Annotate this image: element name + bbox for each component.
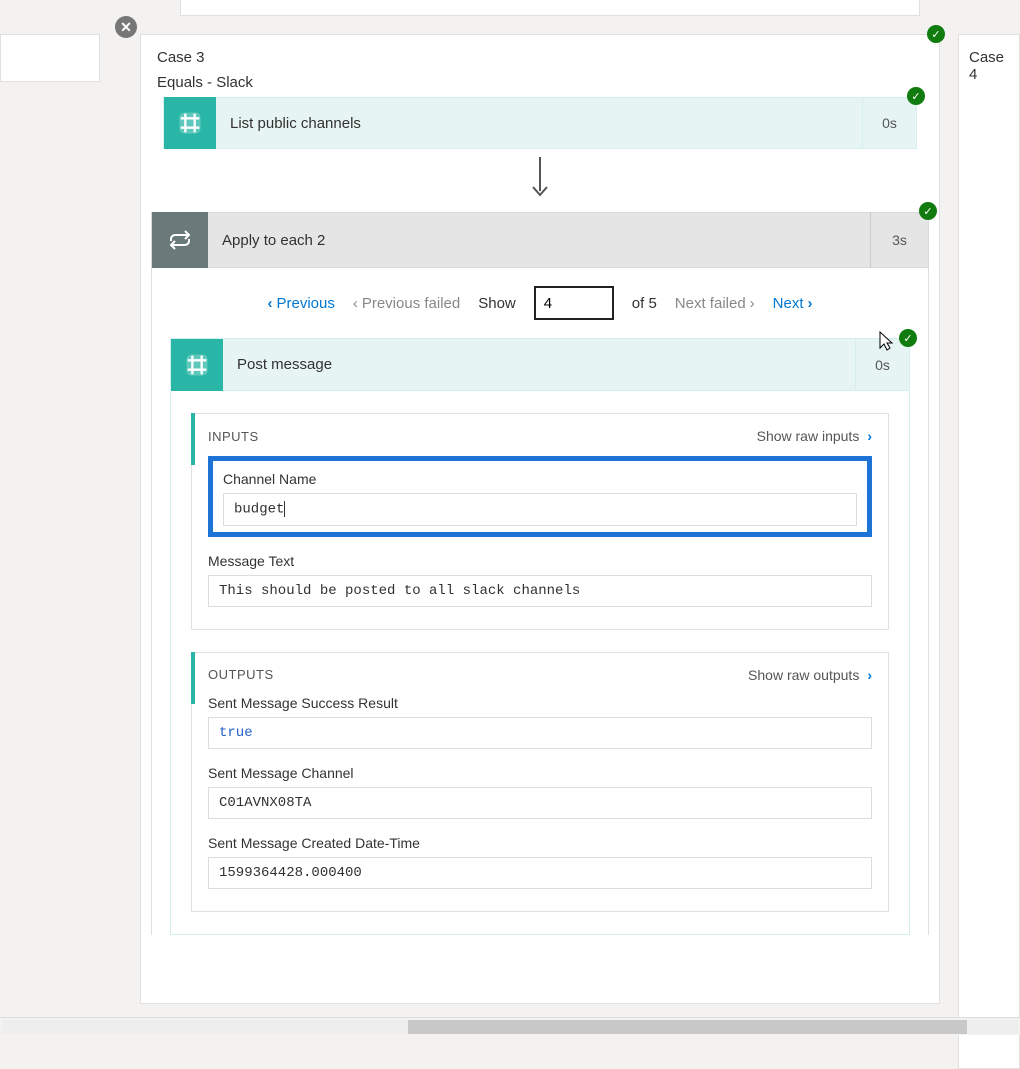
iteration-input[interactable] bbox=[534, 286, 614, 320]
action-duration: 0s bbox=[855, 339, 909, 391]
next-label: Next bbox=[773, 295, 804, 312]
action-duration: 0s bbox=[862, 97, 916, 149]
iteration-pager: ‹ Previous ‹ Previous failed Show of 5 N… bbox=[162, 286, 918, 338]
slack-icon bbox=[171, 339, 223, 391]
previous-button[interactable]: ‹ Previous bbox=[267, 295, 334, 312]
action-label: List public channels bbox=[216, 115, 862, 132]
chevron-right-icon: › bbox=[808, 295, 813, 312]
scrollbar-thumb[interactable] bbox=[408, 1020, 967, 1034]
chevron-right-icon: › bbox=[750, 295, 755, 312]
check-icon: ✓ bbox=[919, 202, 937, 220]
action-label: Apply to each 2 bbox=[208, 232, 870, 249]
inputs-title: INPUTS bbox=[208, 429, 259, 444]
arrow-down-icon bbox=[141, 149, 939, 212]
channel-name-label: Channel Name bbox=[223, 471, 857, 487]
action-duration: 3s bbox=[870, 212, 928, 268]
channel-name-value[interactable]: budget bbox=[223, 493, 857, 526]
raw-inputs-label: Show raw inputs bbox=[757, 428, 860, 444]
post-message-header[interactable]: Post message 0s bbox=[171, 339, 909, 391]
inputs-section: INPUTS Show raw inputs › Channel Name bu… bbox=[191, 413, 889, 630]
loop-body: ‹ Previous ‹ Previous failed Show of 5 N… bbox=[151, 268, 929, 935]
previous-failed-button[interactable]: ‹ Previous failed bbox=[353, 295, 460, 312]
of-label: of 5 bbox=[632, 295, 657, 312]
case-title: Case 3 bbox=[141, 35, 939, 74]
show-raw-inputs-button[interactable]: Show raw inputs › bbox=[757, 428, 872, 444]
show-label: Show bbox=[478, 295, 516, 312]
action-post-message: ✓ Post message 0s INPUTS Show raw inputs… bbox=[170, 338, 910, 935]
previous-failed-label: Previous failed bbox=[362, 295, 460, 312]
raw-outputs-label: Show raw outputs bbox=[748, 667, 859, 683]
check-icon: ✓ bbox=[927, 25, 945, 43]
slack-icon bbox=[164, 97, 216, 149]
previous-label: Previous bbox=[276, 295, 334, 312]
outputs-section: OUTPUTS Show raw outputs › Sent Message … bbox=[191, 652, 889, 912]
chevron-left-icon: ‹ bbox=[353, 295, 358, 312]
loop-icon bbox=[152, 212, 208, 268]
case-4-panel[interactable]: Case 4 bbox=[958, 34, 1020, 1069]
horizontal-scrollbar[interactable] bbox=[0, 1017, 1020, 1035]
section-accent bbox=[191, 652, 195, 704]
success-result-value[interactable]: true bbox=[208, 717, 872, 749]
scrollbar-track[interactable] bbox=[2, 1020, 1018, 1034]
action-label: Post message bbox=[223, 356, 855, 373]
section-accent bbox=[191, 413, 195, 465]
next-failed-button[interactable]: Next failed › bbox=[675, 295, 755, 312]
show-raw-outputs-button[interactable]: Show raw outputs › bbox=[748, 667, 872, 683]
next-failed-label: Next failed bbox=[675, 295, 746, 312]
message-text-value[interactable]: This should be posted to all slack chann… bbox=[208, 575, 872, 607]
check-icon: ✓ bbox=[899, 329, 917, 347]
action-list-public-channels[interactable]: List public channels 0s bbox=[163, 97, 917, 149]
case-panel: ✓ Case 3 Equals - Slack List public chan… bbox=[140, 34, 940, 1004]
next-button[interactable]: Next › bbox=[773, 295, 813, 312]
chevron-right-icon: › bbox=[867, 667, 872, 683]
message-text-label: Message Text bbox=[208, 553, 872, 569]
case-subtitle: Equals - Slack bbox=[141, 74, 939, 97]
check-icon: ✓ bbox=[907, 87, 925, 105]
action-apply-to-each[interactable]: Apply to each 2 3s bbox=[151, 212, 929, 268]
chevron-right-icon: › bbox=[867, 428, 872, 444]
text-caret bbox=[284, 501, 285, 517]
channel-name-highlight: Channel Name budget bbox=[208, 456, 872, 537]
sent-channel-value[interactable]: C01AVNX08TA bbox=[208, 787, 872, 819]
adjacent-panel-top bbox=[180, 0, 920, 16]
created-time-label: Sent Message Created Date-Time bbox=[208, 835, 872, 851]
adjacent-panel-left bbox=[0, 34, 100, 82]
chevron-left-icon: ‹ bbox=[267, 295, 272, 312]
success-result-label: Sent Message Success Result bbox=[208, 695, 872, 711]
close-icon[interactable]: ✕ bbox=[115, 16, 137, 38]
outputs-title: OUTPUTS bbox=[208, 667, 274, 682]
created-time-value[interactable]: 1599364428.000400 bbox=[208, 857, 872, 889]
case-4-title: Case 4 bbox=[969, 49, 1004, 83]
sent-channel-label: Sent Message Channel bbox=[208, 765, 872, 781]
